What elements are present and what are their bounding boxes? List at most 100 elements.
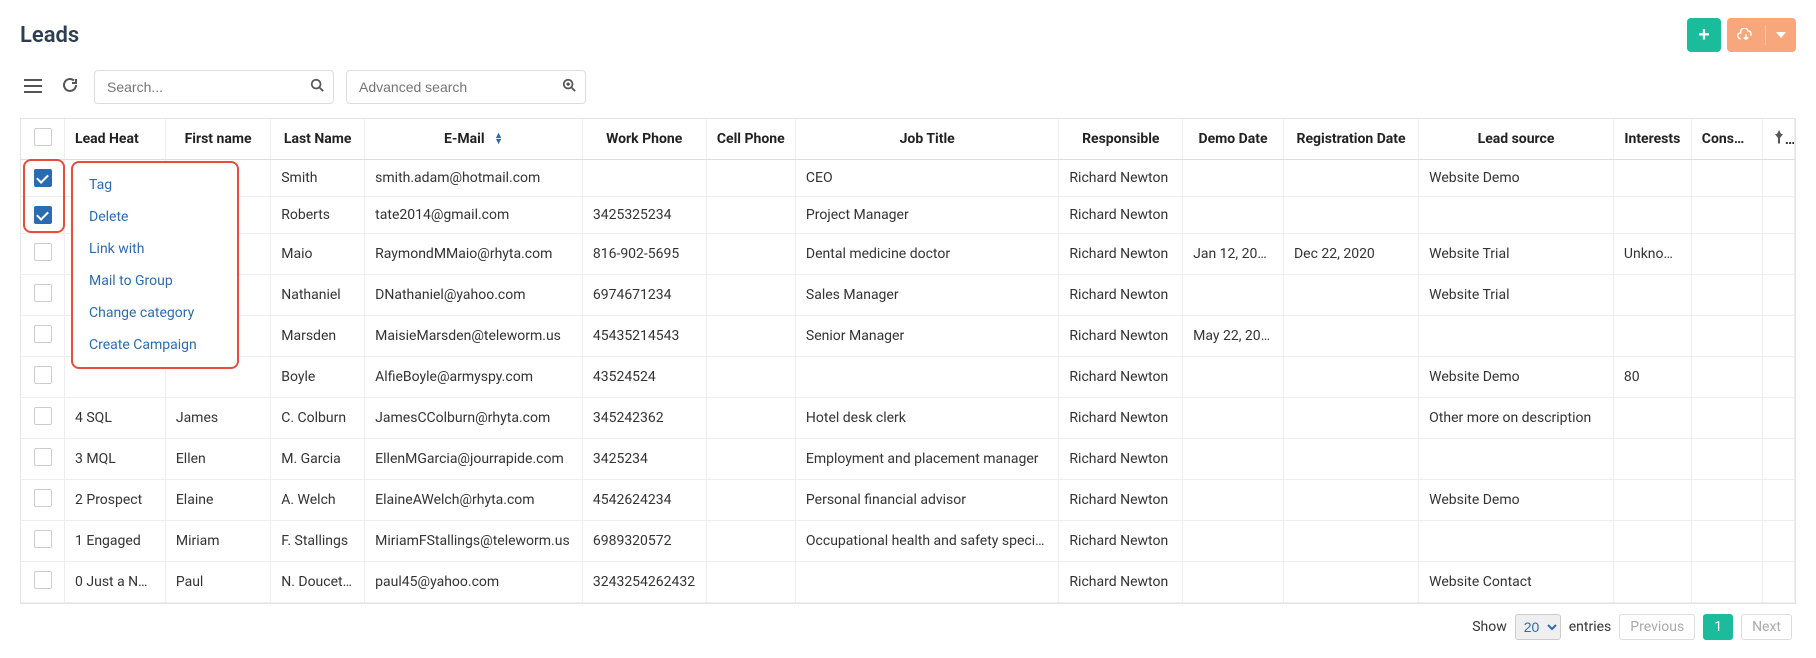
table-row[interactable]: 0 Just a NamePaulN. Doucettepaul45@yahoo… <box>21 562 1795 603</box>
cell-email: RaymondMMaio@rhyta.com <box>365 234 583 275</box>
cell-reg-date <box>1283 562 1418 603</box>
cell-lead-heat: 1 Engaged <box>65 521 166 562</box>
col-consent[interactable]: Consent <box>1691 119 1762 160</box>
col-cell-phone[interactable]: Cell Phone <box>706 119 795 160</box>
row-checkbox[interactable] <box>34 448 52 466</box>
cell-work-phone: 816-902-5695 <box>582 234 706 275</box>
row-checkbox[interactable] <box>34 489 52 507</box>
cell-interests <box>1613 480 1691 521</box>
cloud-download-icon <box>1727 18 1765 52</box>
col-lead-heat[interactable]: Lead Heat <box>65 119 166 160</box>
ctx-link-with[interactable]: Link with <box>73 233 237 265</box>
cell-reg-date <box>1283 439 1418 480</box>
cell-consent <box>1691 160 1762 197</box>
cell-demo-date <box>1183 562 1284 603</box>
cell-first-name: Paul <box>165 562 270 603</box>
add-button[interactable]: + <box>1687 18 1721 52</box>
row-checkbox[interactable] <box>34 366 52 384</box>
col-lead-source[interactable]: Lead source <box>1419 119 1614 160</box>
table-row[interactable]: 1 EngagedMiriamF. StallingsMiriamFStalli… <box>21 521 1795 562</box>
cell-lead-source: Other more on description <box>1419 398 1614 439</box>
ctx-mail-group[interactable]: Mail to Group <box>73 265 237 297</box>
pager-page-1[interactable]: 1 <box>1703 614 1733 640</box>
cell-first-name: Miriam <box>165 521 270 562</box>
row-checkbox[interactable] <box>34 407 52 425</box>
cell-last-name: Marsden <box>271 316 365 357</box>
cell-lead-source: Website Demo <box>1419 160 1614 197</box>
cell-last-name: M. Garcia <box>271 439 365 480</box>
ctx-create-campaign[interactable]: Create Campaign <box>73 329 237 361</box>
cell-cell-phone <box>706 234 795 275</box>
table-row[interactable]: 2 ProspectElaineA. WelchElaineAWelch@rhy… <box>21 480 1795 521</box>
col-last-name[interactable]: Last Name <box>271 119 365 160</box>
table-row[interactable]: MarsdenMaisieMarsden@teleworm.us45435214… <box>21 316 1795 357</box>
col-work-phone[interactable]: Work Phone <box>582 119 706 160</box>
cell-pin <box>1762 398 1794 439</box>
menu-button[interactable] <box>20 73 46 102</box>
cell-job-title: Project Manager <box>795 197 1059 234</box>
table-row[interactable]: Smithsmith.adam@hotmail.comCEORichard Ne… <box>21 160 1795 197</box>
table-row[interactable]: 3 MQLEllenM. GarciaEllenMGarcia@jourrapi… <box>21 439 1795 480</box>
cell-job-title: Hotel desk clerk <box>795 398 1059 439</box>
cell-consent <box>1691 275 1762 316</box>
cell-job-title: CEO <box>795 160 1059 197</box>
col-demo-date[interactable]: Demo Date <box>1183 119 1284 160</box>
table-row[interactable]: BoyleAlfieBoyle@armyspy.com43524524Richa… <box>21 357 1795 398</box>
row-checkbox[interactable] <box>34 169 52 187</box>
cell-last-name: F. Stallings <box>271 521 365 562</box>
cell-consent <box>1691 480 1762 521</box>
col-responsible[interactable]: Responsible <box>1059 119 1183 160</box>
plus-icon: + <box>1698 24 1710 47</box>
table-row[interactable]: Robertstate2014@gmail.com3425325234Proje… <box>21 197 1795 234</box>
cell-demo-date <box>1183 357 1284 398</box>
cell-work-phone: 6989320572 <box>582 521 706 562</box>
cell-responsible: Richard Newton <box>1059 398 1183 439</box>
col-email[interactable]: E-Mail ▲▼ <box>365 119 583 160</box>
cell-email: paul45@yahoo.com <box>365 562 583 603</box>
row-checkbox[interactable] <box>34 530 52 548</box>
cell-cell-phone <box>706 562 795 603</box>
refresh-button[interactable] <box>58 73 82 102</box>
table-row[interactable]: 4 SQLJamesC. ColburnJamesCColburn@rhyta.… <box>21 398 1795 439</box>
cell-first-name: James <box>165 398 270 439</box>
table-row[interactable]: MaioRaymondMMaio@rhyta.com816-902-5695De… <box>21 234 1795 275</box>
ctx-change-category[interactable]: Change category <box>73 297 237 329</box>
export-split-button[interactable] <box>1727 18 1796 52</box>
header-row: Lead Heat First name Last Name E-Mail ▲▼… <box>21 119 1795 160</box>
cell-responsible: Richard Newton <box>1059 357 1183 398</box>
cell-interests <box>1613 275 1691 316</box>
cell-interests <box>1613 316 1691 357</box>
pager-next[interactable]: Next <box>1741 614 1792 640</box>
ctx-delete[interactable]: Delete <box>73 201 237 233</box>
row-checkbox[interactable] <box>34 206 52 224</box>
cell-cell-phone <box>706 521 795 562</box>
cell-work-phone: 3425325234 <box>582 197 706 234</box>
row-checkbox[interactable] <box>34 325 52 343</box>
table-row[interactable]: NathanielDNathaniel@yahoo.com6974671234S… <box>21 275 1795 316</box>
cell-lead-source <box>1419 197 1614 234</box>
col-reg-date[interactable]: Registration Date <box>1283 119 1418 160</box>
row-checkbox[interactable] <box>34 284 52 302</box>
select-all-checkbox[interactable] <box>34 128 52 146</box>
ctx-tag[interactable]: Tag <box>73 169 237 201</box>
search-input[interactable] <box>94 70 334 104</box>
cell-job-title <box>795 562 1059 603</box>
pager-previous[interactable]: Previous <box>1619 614 1695 640</box>
cell-first-name: Elaine <box>165 480 270 521</box>
cell-cell-phone <box>706 316 795 357</box>
cell-pin <box>1762 439 1794 480</box>
cell-lead-source <box>1419 316 1614 357</box>
row-checkbox[interactable] <box>34 243 52 261</box>
col-job-title[interactable]: Job Title <box>795 119 1059 160</box>
col-first-name[interactable]: First name <box>165 119 270 160</box>
cell-work-phone: 45435214543 <box>582 316 706 357</box>
page-size-select[interactable]: 20 <box>1515 614 1561 640</box>
cell-consent <box>1691 357 1762 398</box>
col-interests[interactable]: Interests <box>1613 119 1691 160</box>
advanced-search-input[interactable] <box>346 70 586 104</box>
row-checkbox[interactable] <box>34 571 52 589</box>
col-pin[interactable] <box>1762 119 1794 160</box>
cell-email: smith.adam@hotmail.com <box>365 160 583 197</box>
cell-reg-date <box>1283 357 1418 398</box>
cell-email: MaisieMarsden@teleworm.us <box>365 316 583 357</box>
